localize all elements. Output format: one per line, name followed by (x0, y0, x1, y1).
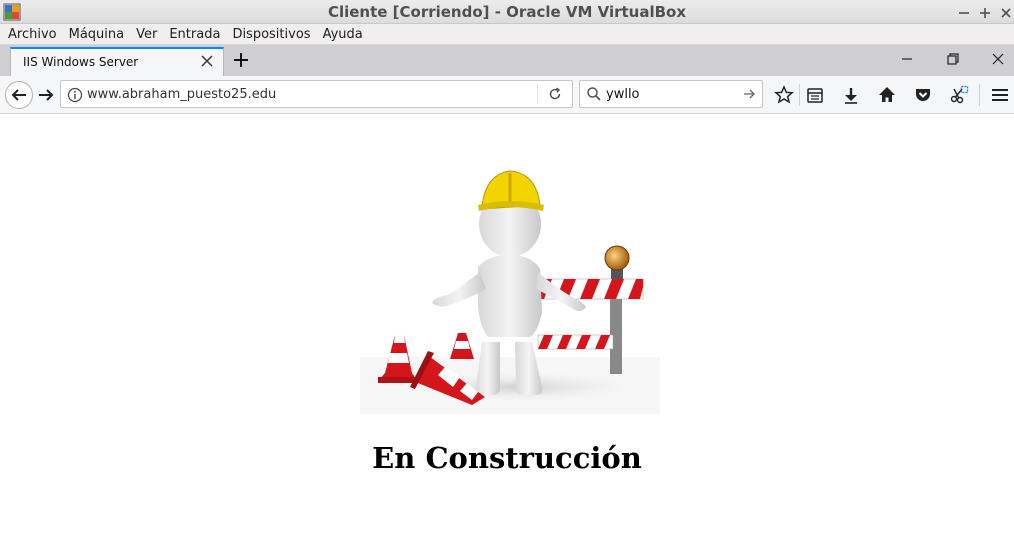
url-divider (537, 84, 538, 104)
home-icon[interactable] (877, 85, 897, 105)
reload-icon[interactable] (547, 86, 563, 102)
info-icon[interactable] (67, 87, 83, 103)
browser-tabstrip: IIS Windows Server (0, 45, 1014, 76)
toolbar-separator (979, 84, 980, 106)
plus-icon (980, 8, 990, 18)
library-icon[interactable] (805, 85, 825, 105)
screenshot-icon[interactable] (949, 85, 969, 105)
under-construction-image (360, 137, 660, 414)
pocket-icon[interactable] (913, 85, 933, 105)
search-input[interactable]: ywllo (606, 87, 640, 102)
url-text[interactable]: www.abraham_puesto25.edu (87, 87, 276, 102)
browser-restore-icon[interactable] (945, 51, 961, 67)
menu-archivo[interactable]: Archivo (2, 24, 63, 44)
search-icon (587, 87, 601, 101)
menu-dispositivos[interactable]: Dispositivos (226, 24, 316, 44)
forward-icon[interactable] (36, 85, 56, 105)
vbox-minimize-button[interactable] (955, 2, 973, 22)
hamburger-menu-icon[interactable] (990, 85, 1010, 105)
browser-navbar: www.abraham_puesto25.edu ywllo (0, 76, 1014, 114)
menu-entrada[interactable]: Entrada (163, 24, 226, 44)
download-icon[interactable] (841, 85, 861, 105)
search-go-icon[interactable] (742, 87, 756, 101)
bookmark-star-icon[interactable] (774, 85, 794, 105)
vbox-window-title: Cliente [Corriendo] - Oracle VM VirtualB… (327, 3, 687, 21)
new-tab-icon[interactable] (232, 51, 250, 69)
vbox-menubar: Archivo Máquina Ver Entrada Dispositivos… (0, 24, 1014, 45)
close-icon (1001, 8, 1011, 18)
menu-ver[interactable]: Ver (130, 24, 163, 44)
menu-ayuda[interactable]: Ayuda (317, 24, 369, 44)
arrow-left-icon (11, 89, 26, 101)
page-heading: En Construcción (372, 441, 642, 475)
search-bar[interactable]: ywllo (579, 80, 763, 108)
menu-maquina[interactable]: Máquina (63, 24, 131, 44)
tab-close-icon[interactable] (199, 53, 215, 69)
toolbar-separator (799, 84, 800, 106)
browser-minimize-icon[interactable] (899, 51, 915, 67)
vbox-maximize-button[interactable] (976, 2, 994, 22)
back-button[interactable] (5, 81, 33, 109)
browser-tab[interactable]: IIS Windows Server (10, 47, 224, 76)
url-bar[interactable]: www.abraham_puesto25.edu (60, 80, 573, 108)
vbox-titlebar: Cliente [Corriendo] - Oracle VM VirtualB… (0, 0, 1014, 24)
browser-close-icon[interactable] (990, 51, 1006, 67)
page-content: En Construcción (0, 115, 1014, 535)
tab-title: IIS Windows Server (23, 55, 139, 69)
minimize-icon (959, 12, 969, 14)
vbox-close-button[interactable] (997, 2, 1014, 22)
